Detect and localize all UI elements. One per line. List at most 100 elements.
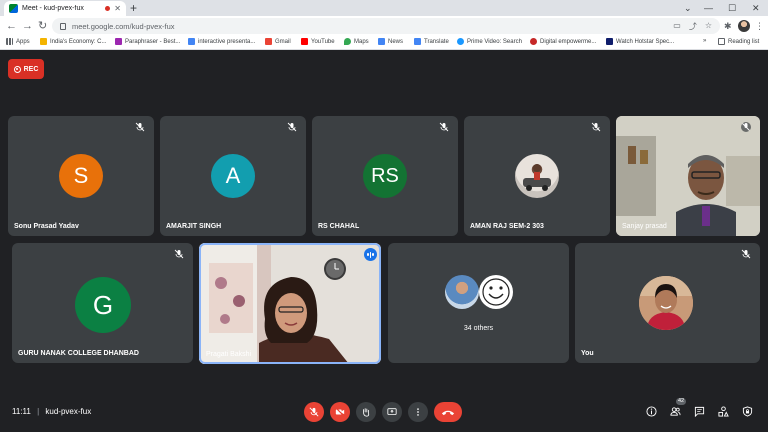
address-bar[interactable]: meet.google.com/kud-pvex-fux ▭ ⤴ ☆ [52, 18, 720, 34]
participant-tile[interactable]: G GURU NANAK COLLEGE DHANBAD [12, 243, 193, 363]
bookmark-news[interactable]: News [378, 38, 403, 45]
bookmark-apps[interactable]: Apps [6, 38, 30, 45]
self-photo-avatar [639, 276, 693, 330]
minimize-button[interactable]: — [704, 2, 713, 14]
mic-off-icon [287, 122, 297, 132]
bookmark-favicon-icon [115, 38, 122, 45]
meeting-info-separator: | [37, 407, 40, 416]
participant-tile[interactable]: A AMARJIT SINGH [160, 116, 306, 236]
tab-search-icon[interactable]: ⌄ [684, 2, 692, 14]
chat-icon [694, 406, 704, 417]
mic-off-icon [174, 249, 184, 259]
hang-up-icon [441, 410, 455, 415]
bookmark-item[interactable]: Paraphraser - Best... [115, 38, 180, 45]
prime-video-icon [457, 38, 464, 45]
participant-count-badge: 42 [676, 398, 687, 405]
raise-hand-icon [363, 408, 370, 417]
back-arrow-icon[interactable]: ← [6, 19, 17, 33]
participant-tile[interactable]: RS RS CHAHAL [312, 116, 458, 236]
url-text: meet.google.com/kud-pvex-fux [72, 21, 175, 31]
others-tile[interactable]: 34 others [388, 243, 569, 363]
mic-off-icon [741, 122, 751, 132]
mic-off-icon [309, 407, 319, 417]
bookmark-maps[interactable]: Maps [344, 38, 369, 45]
info-icon [645, 405, 657, 417]
bookmark-favicon-icon [40, 38, 47, 45]
active-speaker-highlight [199, 243, 381, 364]
forward-arrow-icon[interactable]: → [22, 19, 33, 33]
active-speaker-video-tile[interactable]: Pragati Bakshi [199, 243, 381, 364]
extensions-icon[interactable]: ✱ [724, 19, 732, 33]
participant-photo-avatar [445, 275, 479, 309]
participant-name: RS CHAHAL [318, 223, 360, 230]
news-icon [378, 38, 385, 45]
bookmark-gmail[interactable]: Gmail [265, 38, 291, 45]
tab-strip: Meet - kud-pvex-fux ✕ + ⌄ — ☐ ✕ [0, 0, 768, 16]
host-controls-button[interactable] [740, 404, 754, 418]
present-screen-icon [387, 408, 397, 415]
mic-off-icon [439, 122, 449, 132]
self-tile[interactable]: You [575, 243, 760, 363]
meeting-code: kud-pvex-fux [45, 407, 92, 416]
participants-button[interactable] [668, 404, 682, 418]
bookmark-item[interactable]: interactive presenta... [188, 38, 255, 45]
participant-video-tile[interactable]: Sanjay prasad [616, 116, 760, 236]
more-options-button[interactable] [408, 402, 428, 422]
video-feed [616, 116, 760, 236]
maximize-button[interactable]: ☐ [728, 2, 736, 14]
participant-name: You [581, 350, 594, 357]
bookmark-item[interactable]: Digital empowerme... [530, 38, 596, 45]
youtube-icon [301, 38, 308, 45]
bookmarks-overflow[interactable]: » [703, 38, 706, 44]
activities-shapes-icon [717, 405, 729, 417]
raise-hand-button[interactable] [356, 402, 376, 422]
recording-badge: REC [8, 59, 44, 79]
tab-close-icon[interactable]: ✕ [114, 4, 121, 13]
activities-button[interactable] [716, 404, 730, 418]
record-icon [13, 65, 21, 73]
reading-list-icon [718, 38, 725, 45]
others-count-label: 34 others [463, 325, 494, 332]
bookmarks-bar: Apps India's Economy: C... Paraphraser -… [0, 36, 768, 50]
reading-list[interactable]: Reading list [718, 38, 759, 45]
reload-icon[interactable]: ↻ [38, 19, 47, 33]
participant-tile[interactable]: S Sonu Prasad Yadav [8, 116, 154, 236]
browser-menu-icon[interactable]: ⋮ [755, 19, 764, 33]
meet-favicon-icon [9, 4, 18, 13]
bookmark-prime-video[interactable]: Prime Video: Search [457, 38, 522, 45]
profile-avatar[interactable] [738, 20, 750, 32]
participant-name: AMAN RAJ SEM-2 303 [470, 223, 544, 230]
camera-toggle-button[interactable] [330, 402, 350, 422]
bookmark-translate[interactable]: Translate [414, 38, 449, 45]
bookmark-item[interactable]: India's Economy: C... [40, 38, 107, 45]
maps-pin-icon [344, 38, 351, 45]
tab-title: Meet - kud-pvex-fux [22, 5, 84, 12]
bookmark-star-icon[interactable]: ☆ [705, 21, 712, 32]
mic-toggle-button[interactable] [304, 402, 324, 422]
meeting-info: 11:11 | kud-pvex-fux [12, 407, 91, 416]
speaking-indicator-icon [364, 248, 377, 261]
leave-call-button[interactable] [434, 402, 462, 422]
meeting-details-button[interactable] [644, 404, 658, 418]
meeting-controls-bar: 11:11 | kud-pvex-fux [0, 392, 768, 432]
browser-tab[interactable]: Meet - kud-pvex-fux ✕ [4, 1, 126, 16]
participant-name: Pragati Bakshi [206, 351, 252, 358]
share-icon[interactable]: ⤴ [689, 21, 697, 32]
close-window-button[interactable]: ✕ [752, 2, 760, 14]
apps-grid-icon [6, 38, 13, 45]
recording-indicator-icon [105, 6, 111, 11]
bookmark-youtube[interactable]: YouTube [301, 38, 335, 45]
camera-permission-icon[interactable]: ▭ [673, 21, 681, 32]
present-screen-button[interactable] [382, 402, 402, 422]
bookmark-hotstar[interactable]: Watch Hotstar Spec... [606, 38, 674, 45]
participant-tile[interactable]: AMAN RAJ SEM-2 303 [464, 116, 610, 236]
mic-off-icon [741, 249, 751, 259]
bookmark-favicon-icon [530, 38, 537, 45]
new-tab-button[interactable]: + [130, 1, 137, 15]
chat-button[interactable] [692, 404, 706, 418]
more-vert-icon [417, 408, 419, 416]
lock-icon [60, 22, 66, 30]
participant-initial-avatar: A [211, 154, 255, 198]
participant-initial-avatar: G [75, 277, 131, 333]
people-icon [669, 406, 680, 416]
